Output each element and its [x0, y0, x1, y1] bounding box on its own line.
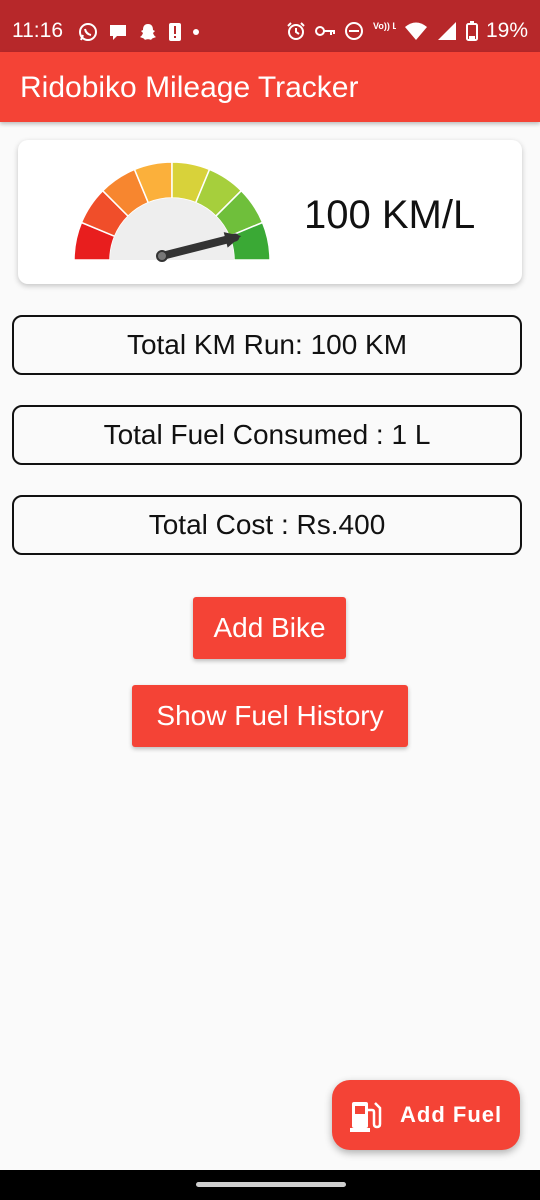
- whatsapp-icon: [79, 23, 97, 41]
- chat-icon: [110, 25, 126, 40]
- gauge-needle-hub: [156, 250, 168, 262]
- dot-icon: [193, 29, 199, 35]
- mileage-value: 100 KM/L: [304, 193, 476, 237]
- status-time: 11:16: [12, 19, 63, 42]
- status-bar: 11:16 Vo)) L 19%: [0, 0, 540, 52]
- battery-percent: 19%: [485, 19, 528, 42]
- signal-icon: [437, 22, 456, 40]
- volte-icon: Vo)) LTE: [373, 21, 396, 31]
- total-km-box: Total KM Run: 100 KM: [12, 315, 522, 375]
- total-fuel-box: Total Fuel Consumed : 1 L: [12, 405, 522, 465]
- dnd-icon: [344, 22, 363, 40]
- add-fuel-button[interactable]: Add Fuel: [332, 1080, 520, 1150]
- total-cost-box: Total Cost : Rs.400: [12, 495, 522, 555]
- app-bar: Ridobiko Mileage Tracker: [0, 52, 540, 122]
- battery-icon: [465, 21, 478, 41]
- mileage-card: 100 KM/L: [18, 140, 522, 284]
- add-bike-button[interactable]: Add Bike: [193, 597, 346, 659]
- snapchat-icon: [140, 24, 156, 40]
- home-gesture-handle[interactable]: [196, 1182, 346, 1187]
- add-fuel-label: Add Fuel: [400, 1102, 503, 1127]
- notification-icons: [78, 20, 200, 44]
- alert-icon: [169, 23, 181, 41]
- show-fuel-history-button[interactable]: Show Fuel History: [132, 685, 408, 747]
- fuel-pump-icon: [350, 1102, 382, 1132]
- alarm-icon: [287, 22, 305, 40]
- key-icon: [314, 26, 335, 36]
- svg-text:Vo)) LTE: Vo)) LTE: [373, 21, 396, 31]
- app-title: Ridobiko Mileage Tracker: [20, 71, 359, 104]
- system-icons: Vo)) LTE 19%: [286, 18, 528, 44]
- speedometer-gauge: [73, 161, 271, 262]
- wifi-icon: [404, 22, 427, 40]
